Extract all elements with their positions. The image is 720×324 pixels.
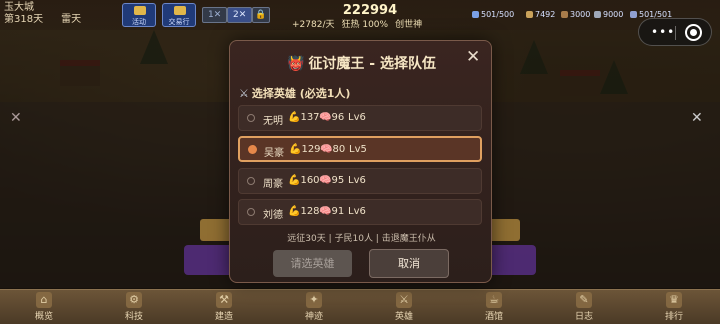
- close-miniprogram-icon[interactable]: [685, 24, 702, 41]
- hero-name: 吴豪: [264, 148, 284, 159]
- city-name: 玉大城: [4, 2, 34, 13]
- tech-icon: ⚙: [126, 292, 142, 308]
- food-icon: [526, 11, 533, 18]
- tavern-icon: ☕: [486, 292, 502, 308]
- wood-icon: [561, 11, 568, 18]
- brain-icon: 🧠: [319, 112, 332, 123]
- confirm-hero-button[interactable]: 请选英雄: [273, 250, 352, 277]
- hero-option-selected[interactable]: 吴豪 💪129 🧠80 Lv5: [238, 136, 482, 162]
- strength-icon: 💪: [288, 112, 301, 123]
- build-icon: ⚒: [216, 292, 232, 308]
- brain-icon: 🧠: [319, 206, 332, 217]
- strength-icon: 💪: [288, 175, 301, 186]
- miracle-icon: ✦: [306, 292, 322, 308]
- income-rate: +2782/天: [292, 20, 335, 30]
- nav-overview[interactable]: ⌂ 概览: [14, 292, 74, 322]
- expedition-info: 远征30天 | 子民10人 | 击退魔王仆从: [287, 234, 436, 244]
- speed-2x-button[interactable]: 2✕: [227, 7, 253, 23]
- hero-strength: 💪137: [288, 112, 320, 123]
- stone-icon: [594, 11, 601, 18]
- rank-icon: ♛: [666, 292, 682, 308]
- hero-level: Lv6: [348, 112, 366, 123]
- exchange-button[interactable]: 交易行: [162, 3, 196, 27]
- crossed-swords-icon: ⚔: [239, 87, 249, 100]
- hero-list[interactable]: 无明 💪137 🧠96 Lv6 吴豪 💪129 🧠80 Lv5 周豪 💪160 …: [238, 105, 483, 225]
- hero-name: 刘德: [263, 210, 283, 221]
- nav-build[interactable]: ⚒ 建造: [194, 292, 254, 322]
- hero-name: 无明: [263, 116, 283, 127]
- hero-intelligence: 🧠91: [319, 206, 345, 217]
- radio-button[interactable]: [247, 208, 255, 216]
- close-icon[interactable]: ✕: [466, 47, 480, 67]
- resource-wood: 3000: [561, 10, 590, 19]
- fervor-rate: 狂热 100%: [341, 20, 389, 30]
- income-line: +2782/天 狂热 100% 创世神: [292, 17, 452, 30]
- modal-title: 👹 征讨魔王 - 选择队伍: [287, 56, 436, 72]
- hero-icon: ⚔: [396, 292, 412, 308]
- brain-icon: 🧠: [320, 144, 333, 155]
- strength-icon: 💪: [289, 144, 302, 155]
- hero-strength: 💪128: [288, 206, 320, 217]
- army-icon: [630, 11, 637, 18]
- nav-rank[interactable]: ♛ 排行: [644, 292, 704, 322]
- hero-level: Lv6: [348, 206, 366, 217]
- population-icon: [472, 11, 479, 18]
- hero-level: Lv5: [349, 144, 367, 155]
- hero-intelligence: 🧠95: [319, 175, 345, 186]
- resource-population: 501/500: [472, 10, 514, 19]
- section-label: ⚔ 选择英雄 (必选1人): [239, 87, 351, 100]
- day-counter: 第318天: [4, 14, 44, 25]
- hero-name: 周豪: [263, 179, 283, 190]
- nav-tech[interactable]: ⚙ 科技: [104, 292, 164, 322]
- demon-icon: 👹: [287, 56, 305, 72]
- hero-intelligence: 🧠80: [320, 144, 346, 155]
- era-label: 创世神: [395, 20, 423, 30]
- activity-button[interactable]: 活动: [122, 3, 156, 27]
- hero-select-modal: 👹 征讨魔王 - 选择队伍 ✕ ⚔ 选择英雄 (必选1人) 无明 💪137 🧠96 …: [229, 40, 492, 283]
- radio-button-selected[interactable]: [248, 145, 257, 154]
- hero-strength: 💪129: [289, 144, 321, 155]
- city-info: 玉大城 第318天 雷天: [4, 2, 99, 26]
- nav-miracle[interactable]: ✦ 神迹: [284, 292, 344, 322]
- weather-label: 雷天: [61, 14, 82, 25]
- background-close-icon: ✕: [10, 110, 22, 126]
- miniprogram-capsule: •••: [638, 18, 712, 46]
- speed-1x-button[interactable]: 1✕: [202, 7, 228, 23]
- strength-icon: 💪: [288, 206, 301, 217]
- brain-icon: 🧠: [319, 175, 332, 186]
- nav-hero[interactable]: ⚔ 英雄: [374, 292, 434, 322]
- background-close-icon: ✕: [691, 110, 703, 126]
- resource-food: 7492: [526, 10, 555, 19]
- hero-option[interactable]: 周豪 💪160 🧠95 Lv6: [238, 168, 482, 194]
- hero-intelligence: 🧠96: [319, 112, 345, 123]
- resource-stone: 9000: [594, 10, 623, 19]
- hero-option[interactable]: 刘德 💪128 🧠91 Lv6: [238, 199, 482, 225]
- hero-option[interactable]: 无明 💪137 🧠96 Lv6: [238, 105, 482, 131]
- radio-button[interactable]: [247, 177, 255, 185]
- cancel-button[interactable]: 取消: [369, 249, 449, 278]
- nav-log[interactable]: ✎ 日志: [554, 292, 614, 322]
- hero-level: Lv6: [348, 175, 366, 186]
- overview-icon: ⌂: [36, 292, 52, 308]
- radio-button[interactable]: [247, 114, 255, 122]
- more-menu-icon[interactable]: •••: [651, 26, 675, 38]
- nav-tavern[interactable]: ☕ 酒馆: [464, 292, 524, 322]
- capsule-divider: [675, 26, 676, 40]
- bottom-nav: ⌂ 概览 ⚙ 科技 ⚒ 建造 ✦ 神迹 ⚔ 英雄 ☕ 酒馆 ✎ 日志 ♛ 排行: [0, 289, 720, 324]
- gold-counter: 222994: [342, 3, 398, 18]
- lock-icon[interactable]: 🔒: [252, 7, 270, 23]
- top-status-bar: 玉大城 第318天 雷天 活动 交易行 1✕ 2✕ 🔒 222994 +2782/…: [0, 0, 720, 30]
- log-icon: ✎: [576, 292, 592, 308]
- hero-strength: 💪160: [288, 175, 320, 186]
